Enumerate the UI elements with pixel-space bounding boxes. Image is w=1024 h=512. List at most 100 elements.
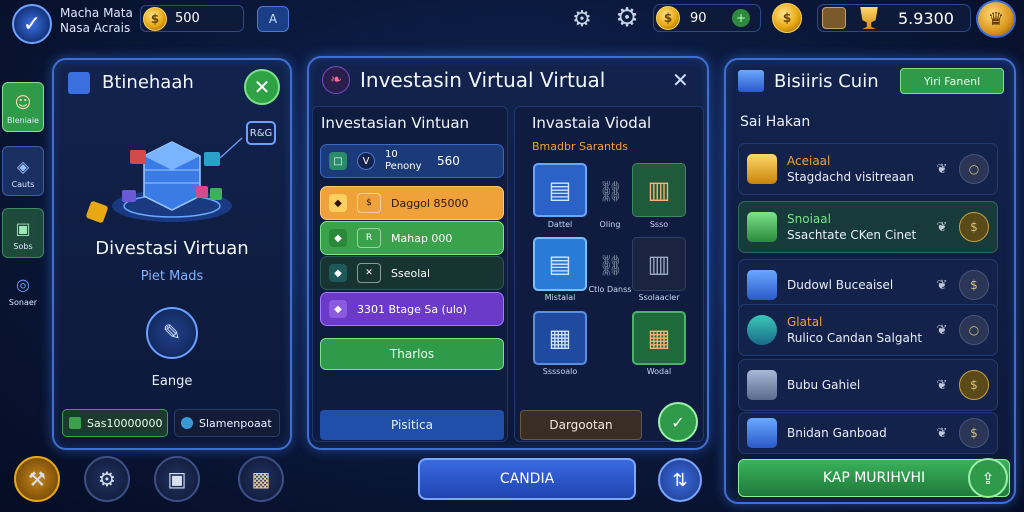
- right-row-5[interactable]: Bnidan Ganboad ❦ $: [738, 412, 998, 454]
- link-icon: ⛓: [598, 253, 624, 277]
- leaf-small-icon[interactable]: ❦: [931, 319, 953, 341]
- list-row-0[interactable]: □ V 10 Penony 560: [320, 144, 504, 178]
- building-icon: ▥: [647, 176, 671, 204]
- left-chip-1[interactable]: Sas10000000: [62, 409, 168, 437]
- row-line2: Ssachtate CKen Cinet: [787, 228, 917, 242]
- tile-6[interactable]: ▦: [533, 311, 587, 365]
- tile-0[interactable]: ▤: [533, 163, 587, 217]
- blue-action-button[interactable]: Pisitica: [320, 410, 504, 440]
- leaf-small-icon[interactable]: ❦: [931, 274, 953, 296]
- wallet-icon: □: [329, 152, 347, 170]
- inventory-button[interactable]: ▣: [154, 456, 200, 502]
- rail-item-2[interactable]: ▣ Sobs: [2, 208, 44, 258]
- header-green-button[interactable]: Yiri Fanenl: [900, 68, 1004, 94]
- close-button[interactable]: ✕: [244, 69, 280, 105]
- stack-icon: [747, 418, 777, 448]
- close-icon: ✕: [253, 75, 271, 99]
- rail-item-1[interactable]: ◈ Cauts: [2, 146, 44, 196]
- shield-button[interactable]: ✓: [658, 402, 698, 442]
- globe-icon: [181, 417, 193, 429]
- leaf-small-icon[interactable]: ❦: [931, 422, 953, 444]
- cancel-button[interactable]: CANDIA: [418, 458, 636, 500]
- avatar-icon: ☺: [14, 93, 32, 112]
- leaf-small-icon[interactable]: ❦: [931, 216, 953, 238]
- coin-value: 500: [175, 11, 200, 26]
- player-name: Macha Mata Nasa Acrais: [60, 6, 133, 36]
- leaf-small-icon[interactable]: ❦: [931, 374, 953, 396]
- wrench-button[interactable]: ✎: [146, 307, 198, 359]
- row-text: Mahap 000: [391, 231, 453, 245]
- tile-2[interactable]: ▥: [632, 163, 686, 217]
- gold-coin-button[interactable]: $: [772, 3, 802, 33]
- gear-icon: ⚙: [98, 467, 116, 491]
- right-row-4[interactable]: Bubu Gahiel ❦ $: [738, 359, 998, 411]
- right-row-0[interactable]: Aceiaal Stagdachd visitreaan ❦ ○: [738, 143, 998, 195]
- list-row-1[interactable]: ◆ $ Daggol 85000: [320, 186, 504, 220]
- row-line2: Stagdachd visitreaan: [787, 170, 914, 184]
- action-circle-button[interactable]: ○: [959, 315, 989, 345]
- leaf-small-icon[interactable]: ❦: [931, 158, 953, 180]
- resource-counter[interactable]: $ 90 +: [653, 4, 761, 32]
- settings-gear-icon[interactable]: ⚙: [613, 3, 641, 33]
- list-row-4[interactable]: ◆ 3301 Btage Sa (ulo): [320, 292, 504, 326]
- profile-badge[interactable]: ♛: [976, 0, 1016, 38]
- app-logo-badge[interactable]: ✓: [12, 4, 52, 44]
- add-resource-button[interactable]: +: [732, 9, 750, 27]
- shop-button-label: A: [268, 12, 278, 26]
- close-icon[interactable]: ✕: [672, 68, 689, 92]
- tile-4[interactable]: ⛓: [595, 249, 627, 281]
- box-icon: ▣: [15, 219, 31, 238]
- server-rack-icon: [747, 270, 777, 300]
- coin-circle-button[interactable]: $: [959, 370, 989, 400]
- rail-item-label: Bleniaie: [7, 115, 39, 125]
- action-circle-button[interactable]: $: [959, 418, 989, 448]
- hero-title: Divestasi Virtuan: [95, 238, 249, 259]
- chest-button[interactable]: ▩: [238, 456, 284, 502]
- swap-button[interactable]: ⇅: [658, 458, 702, 502]
- settings-button[interactable]: ⚙: [84, 456, 130, 502]
- tile-7[interactable]: ▦: [632, 311, 686, 365]
- server-cluster-illustration: [112, 137, 243, 222]
- blocks-icon: [738, 70, 764, 92]
- coin-icon: $: [143, 6, 167, 31]
- right-row-3[interactable]: Glatal Rulico Candan Salgaht ❦ ○: [738, 304, 998, 356]
- coin-counter[interactable]: $ 500: [140, 5, 244, 32]
- rail-item-label: Sobs: [13, 241, 33, 251]
- row-value: 560: [437, 154, 460, 168]
- header-button-label: Yiri Fanenl: [923, 74, 981, 88]
- tile-label: Ssso: [649, 220, 669, 229]
- section-label: Sai Hakan: [740, 114, 811, 130]
- lion-emblem-icon: ♛: [987, 8, 1005, 30]
- link-icon: ⛓: [598, 179, 624, 203]
- gear-small-icon[interactable]: ⚙: [568, 5, 596, 33]
- dark-action-button[interactable]: Dargootan: [520, 410, 642, 440]
- shop-button[interactable]: A: [257, 6, 289, 32]
- crate-icon: ▦: [548, 324, 572, 352]
- coin-circle-button[interactable]: $: [959, 212, 989, 242]
- hammer-button[interactable]: ⚒: [14, 456, 60, 502]
- gold-counter[interactable]: 5.9300: [817, 4, 971, 32]
- right-row-text: Bnidan Ganboad: [787, 425, 931, 441]
- right-row-text: Dudowl Buceaisel: [787, 277, 931, 293]
- rail-item-0[interactable]: ☺ Bleniaie: [2, 82, 44, 132]
- list-row-2[interactable]: ◆ R Mahap 000: [320, 221, 504, 255]
- right-row-text: Bubu Gahiel: [787, 377, 931, 393]
- chip-left-label: Sas10000000: [87, 416, 163, 430]
- row-line1: Bnidan Ganboad: [787, 426, 887, 440]
- rail-item-3[interactable]: ◎ Sonaer: [2, 264, 44, 314]
- action-circle-button[interactable]: ○: [959, 154, 989, 184]
- left-chip-2[interactable]: Slamenpoaat: [174, 409, 280, 437]
- gold-coin-icon: $: [772, 3, 802, 33]
- player-name-line1: Macha Mata: [60, 6, 133, 20]
- tile-5[interactable]: ▥: [632, 237, 686, 291]
- grid-title: Invastaia Viodal: [532, 114, 652, 132]
- row-line1: Glatal: [787, 315, 823, 329]
- green-action-button[interactable]: Tharlos: [320, 338, 504, 370]
- tile-1[interactable]: ⛓: [595, 175, 627, 207]
- action-circle-button[interactable]: $: [959, 270, 989, 300]
- right-row-1[interactable]: Snoiaal Ssachtate CKen Cinet ❦ $: [738, 201, 998, 253]
- share-button[interactable]: ⇪: [968, 458, 1008, 498]
- list-row-3[interactable]: ◆ ✕ Sseolal: [320, 256, 504, 290]
- tile-3[interactable]: ▤: [533, 237, 587, 291]
- resource-value: 90: [690, 10, 707, 26]
